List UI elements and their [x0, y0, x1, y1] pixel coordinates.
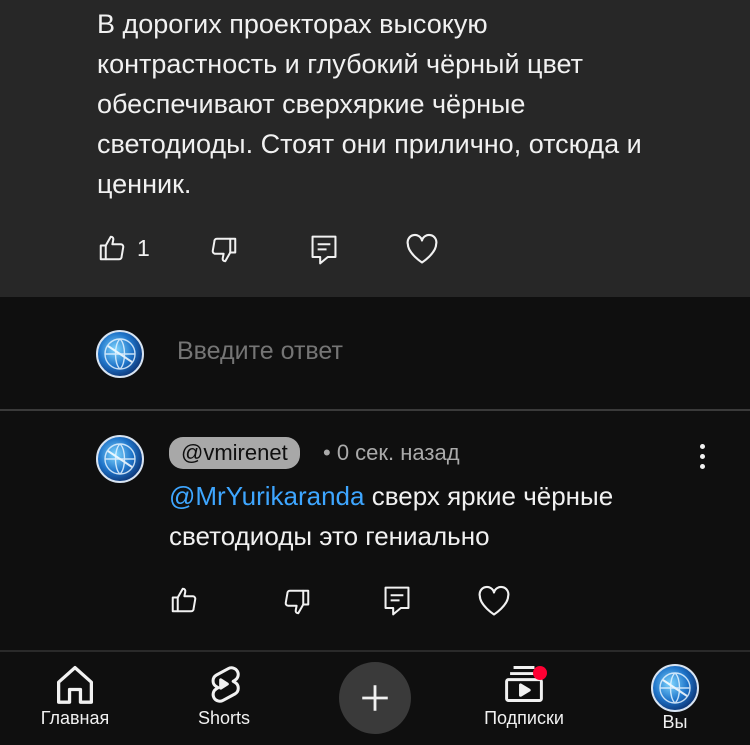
heart-icon [406, 233, 438, 264]
like-button[interactable] [169, 585, 199, 615]
more-vertical-icon[interactable] [690, 444, 714, 474]
dislike-button[interactable] [209, 235, 239, 265]
plus-icon [362, 685, 388, 711]
nav-you[interactable]: Вы [640, 652, 710, 733]
shorts-icon [211, 666, 240, 703]
thumb-up-icon [99, 235, 125, 261]
home-icon [57, 666, 93, 704]
heart-button[interactable] [405, 233, 439, 265]
bottom-navigation: Главная Shorts Подписки Вы [0, 652, 750, 745]
avatar [96, 330, 144, 378]
mention-link[interactable]: @MrYurikaranda [169, 481, 364, 511]
thumb-down-icon [284, 589, 310, 615]
nav-subscriptions-label: Подписки [484, 708, 564, 728]
parent-comment-text: В дорогих проекторах высокую контрастнос… [97, 9, 642, 199]
thumb-down-icon [211, 237, 237, 263]
like-count: 1 [137, 234, 150, 261]
parent-comment: В дорогих проекторах высокую контрастнос… [0, 0, 750, 297]
avatar [651, 664, 699, 712]
nav-home-label: Главная [40, 708, 110, 728]
notification-badge [533, 666, 547, 680]
like-button[interactable]: 1 [97, 233, 150, 263]
nav-you-label: Вы [662, 712, 688, 732]
reply-button[interactable] [383, 585, 411, 617]
dislike-button[interactable] [282, 587, 312, 617]
avatar[interactable] [96, 435, 144, 483]
nav-shorts-label: Shorts [197, 708, 251, 728]
thumb-up-icon [171, 587, 197, 613]
reply-comment-text: @MrYurikaranda сверх яркие чёрные светод… [169, 476, 709, 556]
comment-reply-icon [384, 586, 410, 616]
comment-reply-icon [311, 235, 337, 265]
reply-button[interactable] [310, 234, 338, 266]
comment-timestamp: • 0 сек. назад [323, 440, 460, 465]
create-button[interactable] [339, 662, 411, 734]
author-handle[interactable]: @vmirenet [169, 437, 300, 469]
heart-icon [478, 585, 510, 616]
nav-home[interactable]: Главная [28, 652, 122, 729]
nav-shorts[interactable]: Shorts [182, 652, 266, 729]
reply-comment: @vmirenet • 0 сек. назад @MrYurikaranda … [0, 411, 750, 650]
reply-input-area [0, 297, 750, 409]
reply-input[interactable] [177, 337, 697, 366]
heart-button[interactable] [477, 585, 511, 617]
nav-subscriptions[interactable]: Подписки [474, 652, 574, 729]
